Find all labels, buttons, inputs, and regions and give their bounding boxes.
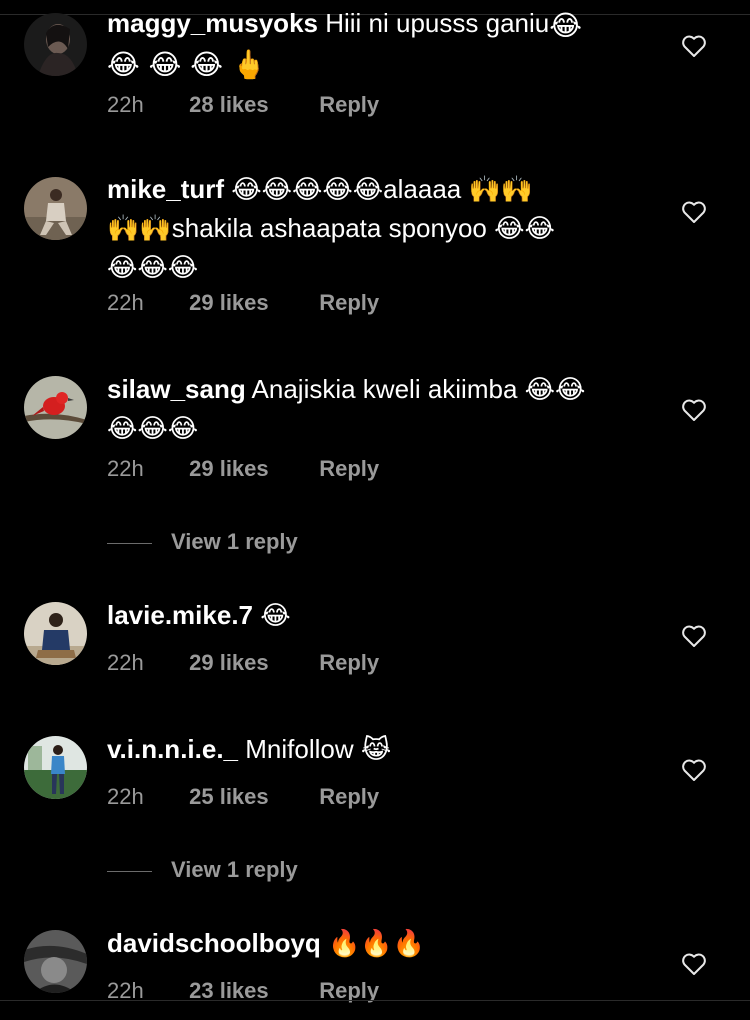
comment-message: 🔥🔥🔥 <box>328 928 426 958</box>
heart-icon[interactable] <box>681 624 707 648</box>
heart-icon[interactable] <box>681 952 707 976</box>
comment-message-line-2: 🙌🙌shakila ashaapata sponyoo 😂😂 <box>107 213 555 243</box>
username-link[interactable]: lavie.mike.7 <box>107 600 253 630</box>
reply-button[interactable]: Reply <box>319 976 379 1006</box>
view-replies-button[interactable]: View 1 reply <box>107 855 298 885</box>
comment-message: 😂😂😂😂😂alaaaa 🙌🙌 <box>231 174 534 204</box>
comment-text: lavie.mike.7 😂 <box>107 596 627 635</box>
avatar[interactable] <box>24 930 87 993</box>
likes-count[interactable]: 23 likes <box>189 976 313 1006</box>
likes-count[interactable]: 25 likes <box>189 782 313 812</box>
username-link[interactable]: maggy_musyoks <box>107 8 318 38</box>
likes-count[interactable]: 28 likes <box>189 90 313 120</box>
likes-count[interactable]: 29 likes <box>189 288 313 318</box>
comment-text: maggy_musyoks Hiii ni upusss ganiu😂 😂 😂 … <box>107 4 627 82</box>
comment-timestamp: 22h <box>107 650 144 675</box>
comment-timestamp: 22h <box>107 978 144 1003</box>
likes-count[interactable]: 29 likes <box>189 648 313 678</box>
reply-button[interactable]: Reply <box>319 648 379 678</box>
username-link[interactable]: davidschoolboyq <box>107 928 321 958</box>
replies-divider-line <box>107 542 152 544</box>
comment-message: Anajiskia kweli akiimba 😂😂 <box>251 374 586 404</box>
avatar[interactable] <box>24 13 87 76</box>
view-replies-label: View 1 reply <box>171 529 298 554</box>
comment-timestamp: 22h <box>107 290 144 315</box>
comment-message-line-2: 😂😂😂 <box>107 413 199 443</box>
reply-button[interactable]: Reply <box>319 90 379 120</box>
heart-icon[interactable] <box>681 758 707 782</box>
replies-divider-line <box>107 870 152 872</box>
bottom-divider <box>0 1000 750 1001</box>
comment-text: mike_turf 😂😂😂😂😂alaaaa 🙌🙌 🙌🙌shakila ashaa… <box>107 170 627 287</box>
view-replies-button[interactable]: View 1 reply <box>107 527 298 557</box>
comment-message: 😂 <box>260 600 291 630</box>
heart-icon[interactable] <box>681 398 707 422</box>
username-link[interactable]: mike_turf <box>107 174 224 204</box>
comment-text: v.i.n.n.i.e._ Mnifollow 😹 <box>107 730 627 769</box>
comment-message-line-3: 😂😂😂 <box>107 252 199 282</box>
comment-text: silaw_sang Anajiskia kweli akiimba 😂😂 😂😂… <box>107 370 627 448</box>
comment-timestamp: 22h <box>107 784 144 809</box>
comment-emoji-line: 😂 😂 😂 🖕 <box>107 48 267 81</box>
username-link[interactable]: silaw_sang <box>107 374 246 404</box>
avatar[interactable] <box>24 602 87 665</box>
view-replies-label: View 1 reply <box>171 857 298 882</box>
reply-button[interactable]: Reply <box>319 288 379 318</box>
comment-message: Mnifollow 😹 <box>245 734 392 764</box>
comment-timestamp: 22h <box>107 456 144 481</box>
comment-message: Hiii ni upusss ganiu <box>325 8 550 38</box>
username-link[interactable]: v.i.n.n.i.e._ <box>107 734 238 764</box>
avatar[interactable] <box>24 177 87 240</box>
heart-icon[interactable] <box>681 34 707 58</box>
comment-text: davidschoolboyq 🔥🔥🔥 <box>107 924 627 963</box>
avatar[interactable] <box>24 736 87 799</box>
avatar[interactable] <box>24 376 87 439</box>
reply-button[interactable]: Reply <box>319 782 379 812</box>
likes-count[interactable]: 29 likes <box>189 454 313 484</box>
comment-timestamp: 22h <box>107 92 144 117</box>
heart-icon[interactable] <box>681 200 707 224</box>
laughing-emoji: 😂 <box>549 9 582 42</box>
reply-button[interactable]: Reply <box>319 454 379 484</box>
